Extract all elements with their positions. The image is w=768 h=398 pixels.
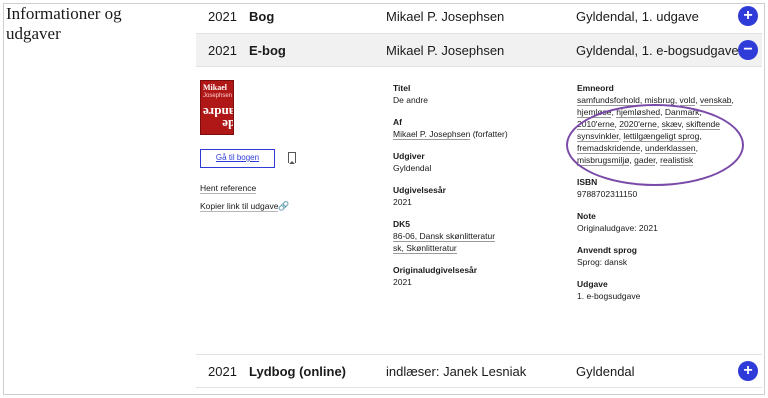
subjects-label: Emneord [577, 83, 614, 93]
edition-publisher: Gyldendal, 1. e-bogsudgave [576, 43, 739, 58]
section-title: Informationer og udgaver [6, 4, 122, 43]
edition-row-audiobook[interactable]: 2021 Lydbog (online) indlæser: Janek Les… [196, 354, 762, 388]
cover-author-text: Josephsen [203, 93, 233, 99]
edition-publisher: Gyldendal, 1. udgave [576, 9, 699, 24]
expand-plus-icon[interactable]: + [738, 361, 758, 381]
edition-author: Mikael P. Josephsen [386, 43, 505, 58]
title-value: De andre [393, 95, 428, 105]
edition-value: 1. e-bogsudgave [577, 291, 641, 301]
goto-book-button[interactable]: Gå til bogen [200, 149, 275, 168]
edition-publisher: Gyldendal [576, 364, 635, 379]
edition-year: 2021 [208, 43, 237, 58]
edition-row-ebook[interactable]: 2021 E-bog Mikael P. Josephsen Gyldendal… [196, 33, 762, 67]
bookmark-icon[interactable] [288, 152, 296, 164]
subject-link[interactable]: vold [679, 95, 696, 106]
edition-label: Udgave [577, 279, 608, 289]
author-label: Af [393, 117, 402, 127]
annotation-ellipse [566, 104, 744, 186]
subject-link[interactable]: venskab [699, 95, 732, 106]
publisher-label: Udgiver [393, 151, 425, 161]
edition-type: Bog [249, 9, 275, 24]
cover-title-text: de andre [203, 105, 234, 132]
book-cover[interactable]: Mikael Josephsen de andre [200, 80, 234, 135]
expand-plus-icon[interactable]: + [738, 6, 758, 26]
copy-link-link[interactable]: Kopier link til udgave [200, 201, 279, 212]
edition-year: 2021 [208, 364, 237, 379]
dk5-link[interactable]: sk, Skønlitteratur [393, 243, 457, 254]
orig-year-value: 2021 [393, 277, 412, 287]
year-value: 2021 [393, 197, 412, 207]
language-label: Anvendt sprog [577, 245, 637, 255]
edition-type: Lydbog (online) [249, 364, 346, 379]
orig-year-label: Originaludgivelsesår [393, 265, 478, 275]
subject-link[interactable]: samfundsforhold [577, 95, 640, 106]
edition-author: indlæser: Janek Lesniak [386, 364, 527, 379]
author-link[interactable]: Mikael P. Josephsen [393, 129, 471, 140]
language-value: Sprog: dansk [577, 257, 628, 267]
details-column-middle: Titel De andre Af Mikael P. Josephsen (f… [393, 82, 553, 298]
year-label: Udgivelsesår [393, 185, 446, 195]
edition-row-book[interactable]: 2021 Bog Mikael P. Josephsen Gyldendal, … [196, 0, 762, 34]
dk5-label: DK5 [393, 219, 411, 229]
edition-type: E-bog [249, 43, 286, 58]
dk5-link[interactable]: 86-06, Dansk skønlitteratur [393, 231, 496, 242]
get-reference-link[interactable]: Hent reference [200, 183, 257, 194]
collapse-minus-icon[interactable]: − [738, 40, 758, 60]
cover-author-text: Mikael [203, 83, 227, 92]
note-value: Originaludgave: 2021 [577, 223, 658, 233]
isbn-value: 9788702311150 [577, 189, 638, 199]
publisher-value: Gyldendal [393, 163, 432, 173]
author-role: (forfatter) [470, 129, 508, 139]
note-label: Note [577, 211, 596, 221]
edition-author: Mikael P. Josephsen [386, 9, 505, 24]
link-icon[interactable]: 🔗 [278, 201, 289, 212]
edition-year: 2021 [208, 9, 237, 24]
title-label: Titel [393, 83, 411, 93]
